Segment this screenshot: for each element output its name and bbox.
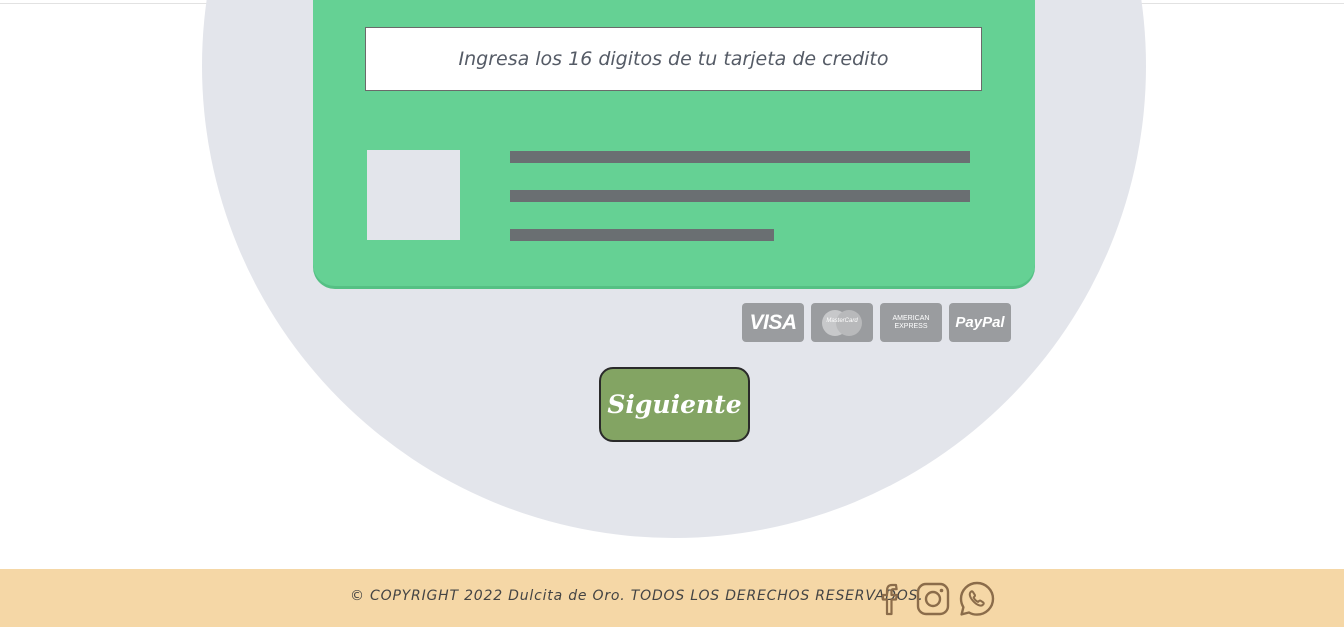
card-chip-placeholder <box>367 150 460 240</box>
instagram-link[interactable] <box>913 579 953 619</box>
facebook-link[interactable] <box>872 579 912 619</box>
mastercard-circles: MasterCard <box>822 309 862 336</box>
mastercard-logo-text: MasterCard <box>826 317 858 324</box>
instagram-icon <box>915 581 951 617</box>
amex-logo-line1: AMERICAN <box>892 314 930 322</box>
card-line-2 <box>510 190 970 202</box>
card-line-3 <box>510 229 774 241</box>
amex-logo: AMERICAN EXPRESS <box>880 303 942 342</box>
card-line-1 <box>510 151 970 163</box>
next-button[interactable]: Siguiente <box>599 367 750 442</box>
whatsapp-link[interactable] <box>957 579 997 619</box>
visa-logo-text: VISA <box>749 310 797 334</box>
paypal-logo: PayPal <box>949 303 1011 342</box>
card-number-input[interactable] <box>365 27 982 91</box>
whatsapp-icon <box>958 580 996 618</box>
facebook-icon <box>877 581 907 617</box>
paypal-logo-text: PayPal <box>955 314 1005 331</box>
copyright-text: © COPYRIGHT 2022 Dulcita de Oro. TODOS L… <box>350 588 924 604</box>
next-button-label: Siguiente <box>607 390 742 419</box>
visa-logo: VISA <box>742 303 804 342</box>
mastercard-logo: MasterCard <box>811 303 873 342</box>
amex-logo-line2: EXPRESS <box>894 322 928 330</box>
